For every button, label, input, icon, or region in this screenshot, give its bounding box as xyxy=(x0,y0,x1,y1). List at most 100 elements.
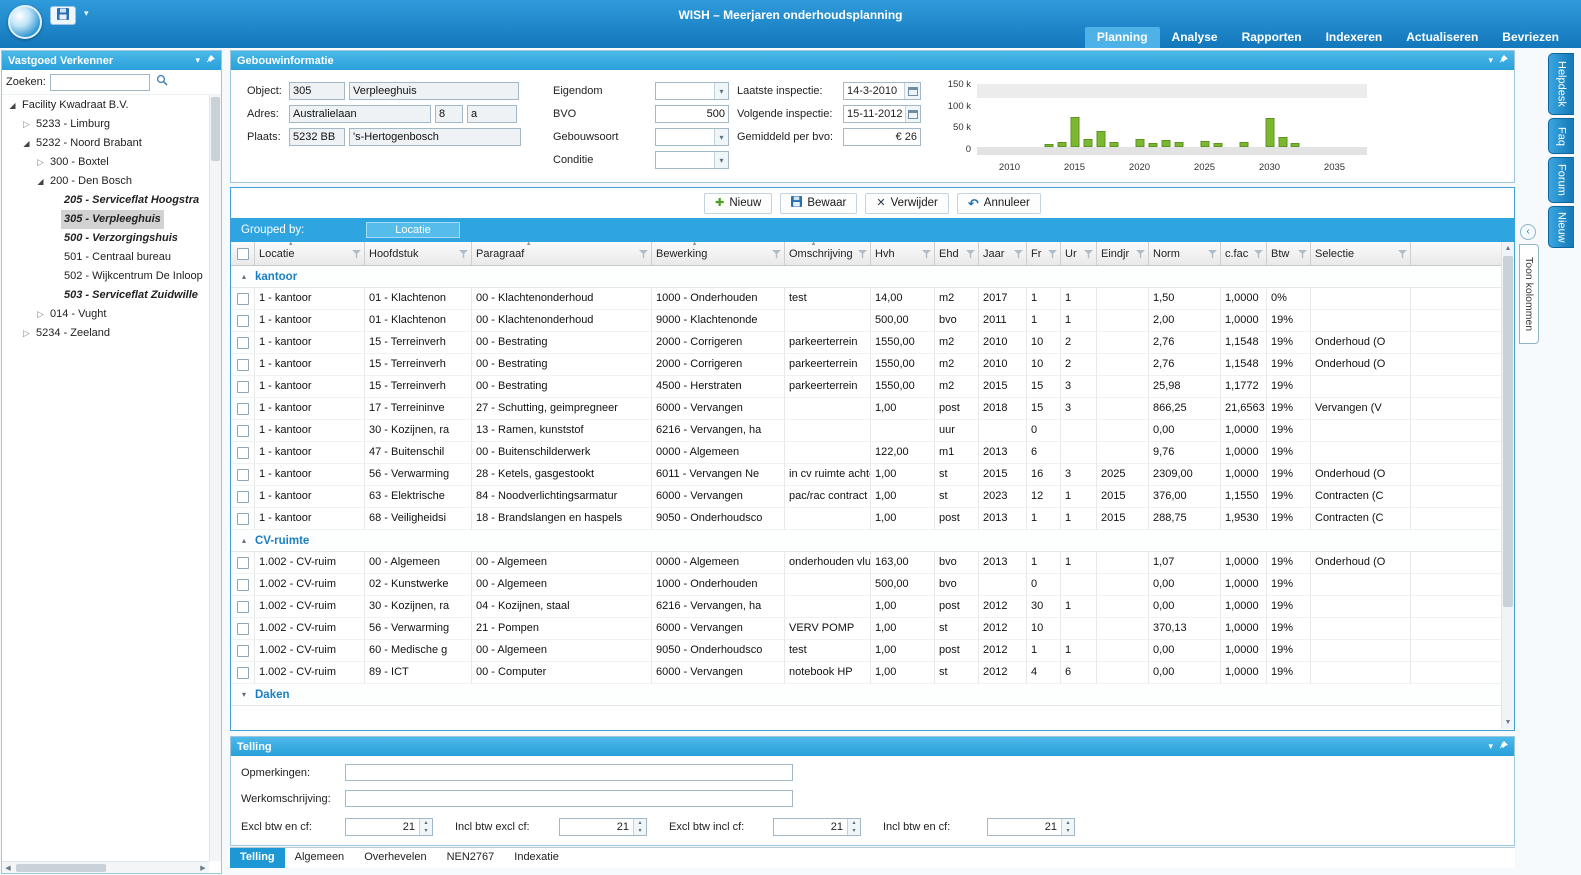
search-input[interactable] xyxy=(49,73,150,91)
object-code-field[interactable] xyxy=(289,82,345,100)
scrollbar-thumb[interactable] xyxy=(16,863,106,872)
spinner-down-icon[interactable]: ▾ xyxy=(1062,827,1074,835)
collapsed-arrow-icon[interactable]: ▷ xyxy=(34,153,47,172)
column-header-paragraaf[interactable]: ▲ Paragraaf xyxy=(472,242,652,265)
row-checkbox[interactable] xyxy=(236,358,249,371)
street-field[interactable] xyxy=(289,105,431,123)
row-select-cell[interactable] xyxy=(231,442,255,464)
spinner-down-icon[interactable]: ▾ xyxy=(420,827,432,835)
tree-item-5233-limburg[interactable]: ▷ 5233 - Limburg xyxy=(2,115,209,134)
column-header-locatie[interactable]: ▲ Locatie xyxy=(255,242,365,265)
filter-icon[interactable] xyxy=(858,250,867,259)
postcode-field[interactable] xyxy=(289,128,345,146)
column-header-ehd[interactable]: Ehd xyxy=(935,242,979,265)
filter-icon[interactable] xyxy=(1048,250,1057,259)
table-row[interactable]: 1.002 - CV-ruim 60 - Medische g 00 - Algem… xyxy=(231,640,1501,662)
row-checkbox[interactable] xyxy=(236,490,249,503)
filter-icon[interactable] xyxy=(966,250,975,259)
explorer-vertical-scrollbar[interactable] xyxy=(209,95,221,861)
filter-icon[interactable] xyxy=(1298,250,1307,259)
table-row[interactable]: 1 - kantoor 15 - Terreinverh 00 - Bestrati… xyxy=(231,354,1501,376)
table-row[interactable]: 1 - kantoor 30 - Kozijnen, ra 13 - Ramen, … xyxy=(231,420,1501,442)
expand-group-icon[interactable]: ▾ xyxy=(237,690,251,699)
bewaar-button[interactable]: Bewaar xyxy=(780,192,858,214)
object-name-field[interactable] xyxy=(349,82,519,100)
table-row[interactable]: 1 - kantoor 01 - Klachtenon 00 - Klachteno… xyxy=(231,288,1501,310)
column-header-eindjr[interactable]: Eindjr xyxy=(1097,242,1149,265)
row-select-cell[interactable] xyxy=(231,662,255,684)
row-checkbox[interactable] xyxy=(236,578,249,591)
tree-item-300-boxtel[interactable]: ▷ 300 - Boxtel xyxy=(2,153,209,172)
tree-item-501-centraal-bureau[interactable]: 501 - Centraal bureau xyxy=(2,248,209,267)
table-row[interactable]: 1.002 - CV-ruim 00 - Algemeen 00 - Algemee… xyxy=(231,552,1501,574)
column-header-ur[interactable]: Ur xyxy=(1061,242,1097,265)
opmerkingen-input[interactable] xyxy=(345,764,793,781)
spinner-input[interactable]: 21 ▴ ▾ xyxy=(773,818,861,836)
column-header-c-fac[interactable]: c.fac xyxy=(1221,242,1267,265)
row-select-cell[interactable] xyxy=(231,376,255,398)
filter-icon[interactable] xyxy=(1136,250,1145,259)
row-select-cell[interactable] xyxy=(231,486,255,508)
select-all-header[interactable] xyxy=(231,242,255,265)
conditie-dropdown[interactable]: ▾ xyxy=(655,151,729,169)
column-header-btw[interactable]: Btw xyxy=(1267,242,1311,265)
collapsed-arrow-icon[interactable]: ▷ xyxy=(34,305,47,324)
bottom-tab-algemeen[interactable]: Algemeen xyxy=(285,848,355,868)
bottom-tab-nen2767[interactable]: NEN2767 xyxy=(437,848,505,868)
tree-item-5232-noord-brabant[interactable]: ◢ 5232 - Noord Brabant xyxy=(2,134,209,153)
tree-item-205-serviceflat-hoogstra[interactable]: 205 - Serviceflat Hoogstra xyxy=(2,191,209,210)
expanded-arrow-icon[interactable]: ◢ xyxy=(34,172,47,191)
filter-icon[interactable] xyxy=(1254,250,1263,259)
expanded-arrow-icon[interactable]: ◢ xyxy=(6,96,19,115)
tree-item-014-vught[interactable]: ▷ 014 - Vught xyxy=(2,305,209,324)
column-header-bewerking[interactable]: ▲ Bewerking xyxy=(652,242,785,265)
row-checkbox[interactable] xyxy=(236,314,249,327)
ribbon-tab-indexeren[interactable]: Indexeren xyxy=(1314,27,1395,48)
row-select-cell[interactable] xyxy=(231,552,255,574)
column-header-fr[interactable]: Fr xyxy=(1027,242,1061,265)
chevron-down-icon[interactable]: ▾ xyxy=(714,129,728,145)
group-row-daken[interactable]: ▾ Daken xyxy=(231,684,1501,706)
housenumber-suffix-field[interactable] xyxy=(467,105,517,123)
row-select-cell[interactable] xyxy=(231,398,255,420)
scrollbar-thumb[interactable] xyxy=(211,97,220,161)
laatste-inspectie-datefield[interactable]: 14-3-2010 xyxy=(843,82,921,100)
collapse-panel-button[interactable]: ‹ xyxy=(1520,224,1536,240)
column-header-hoofdstuk[interactable]: Hoofdstuk xyxy=(365,242,472,265)
grouped-by-chip[interactable]: Locatie xyxy=(366,222,460,238)
nieuw-button[interactable]: ✚ Nieuw xyxy=(704,192,773,214)
scrollbar-thumb[interactable] xyxy=(1503,256,1513,607)
group-row-kantoor[interactable]: ▴ kantoor xyxy=(231,266,1501,288)
table-row[interactable]: 1.002 - CV-ruim 56 - Verwarming 21 - Pompe… xyxy=(231,618,1501,640)
collapse-group-icon[interactable]: ▴ xyxy=(237,272,251,281)
collapsed-arrow-icon[interactable]: ▷ xyxy=(20,324,33,343)
filter-icon[interactable] xyxy=(639,250,648,259)
spinner-input[interactable]: 21 ▴ ▾ xyxy=(987,818,1075,836)
volgende-inspectie-datefield[interactable]: 15-11-2012 xyxy=(843,105,921,123)
row-select-cell[interactable] xyxy=(231,640,255,662)
chevron-down-icon[interactable]: ▾ xyxy=(714,152,728,168)
collapse-group-icon[interactable]: ▴ xyxy=(237,536,251,545)
pin-icon[interactable] xyxy=(1499,741,1508,752)
tree-item-502-wijkcentrum-de-inloop[interactable]: 502 - Wijkcentrum De Inloop xyxy=(2,267,209,286)
spinner-up-icon[interactable]: ▴ xyxy=(848,819,860,827)
table-row[interactable]: 1 - kantoor 68 - Veiligheidsi 18 - Brandsl… xyxy=(231,508,1501,530)
spinner-input[interactable]: 21 ▴ ▾ xyxy=(345,818,433,836)
ribbon-tab-actualiseren[interactable]: Actualiseren xyxy=(1394,27,1490,48)
column-header-norm[interactable]: Norm xyxy=(1149,242,1221,265)
eigendom-dropdown[interactable]: ▾ xyxy=(655,82,729,100)
column-header-jaar[interactable]: Jaar xyxy=(979,242,1027,265)
filter-icon[interactable] xyxy=(459,250,468,259)
row-checkbox[interactable] xyxy=(236,666,249,679)
scroll-down-icon[interactable]: ▼ xyxy=(1502,716,1514,729)
grid-vertical-scrollbar[interactable]: ▲ ▼ xyxy=(1501,242,1514,729)
filter-icon[interactable] xyxy=(772,250,781,259)
city-field[interactable] xyxy=(349,128,521,146)
row-select-cell[interactable] xyxy=(231,618,255,640)
row-checkbox[interactable] xyxy=(236,468,249,481)
column-header-selectie[interactable]: Selectie xyxy=(1311,242,1411,265)
row-select-cell[interactable] xyxy=(231,464,255,486)
row-select-cell[interactable] xyxy=(231,420,255,442)
rail-button-helpdesk[interactable]: Helpdesk xyxy=(1548,53,1574,115)
pin-icon[interactable] xyxy=(1499,55,1508,66)
